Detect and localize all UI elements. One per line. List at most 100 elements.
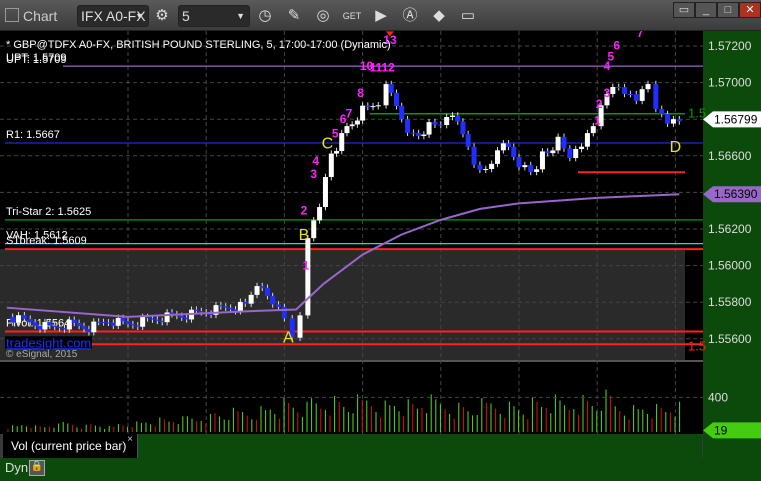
price-tick-label: 1.55800: [708, 295, 752, 309]
candle: [115, 317, 121, 326]
panel-toggle-icon[interactable]: [5, 8, 19, 22]
candle: [339, 133, 345, 152]
candle: [248, 294, 254, 304]
get-icon[interactable]: GET: [342, 6, 362, 26]
price-tick-label: 1.55600: [708, 332, 752, 346]
pencil-icon[interactable]: ✎: [284, 6, 304, 26]
study-icon[interactable]: ◎: [313, 6, 333, 26]
candle: [71, 319, 77, 323]
candle: [135, 325, 141, 327]
link-icon[interactable]: ◆: [429, 6, 449, 26]
volume-tick-label: 400: [708, 390, 728, 404]
restore-button[interactable]: ▭: [673, 2, 695, 18]
ma-price-flag-text: 1.56390: [714, 187, 758, 201]
chart-area[interactable]: 1.572001.570001.568001.566001.564001.562…: [0, 31, 761, 458]
candle: [388, 84, 394, 93]
candle: [242, 301, 248, 304]
dyn-label: Dyn: [5, 460, 29, 475]
candle: [27, 318, 33, 323]
annotation-label: 2: [596, 97, 603, 111]
candle: [659, 108, 665, 115]
chevron-down-icon: ▼: [135, 11, 144, 21]
last-volume-flag-text: 19: [714, 423, 728, 437]
candle: [10, 316, 16, 323]
symbol-input[interactable]: IFX A0-FX ▼: [77, 5, 149, 27]
annotation-label: 7: [346, 106, 353, 120]
candle: [52, 325, 58, 327]
candle: [627, 93, 633, 95]
candle: [66, 319, 72, 330]
candle: [633, 94, 639, 101]
candle: [120, 317, 126, 322]
candle: [154, 319, 160, 321]
candle: [21, 315, 27, 319]
time-axis: Dyn 🔒: [0, 458, 761, 481]
clock-icon[interactable]: ◷: [255, 6, 275, 26]
candle: [567, 148, 573, 158]
minimize-button[interactable]: _: [695, 2, 717, 18]
candle: [489, 163, 495, 169]
candle: [516, 157, 522, 168]
candle: [405, 119, 411, 133]
annotation-label: B: [299, 227, 310, 244]
upt-label: UPT: 1.5709: [6, 54, 67, 66]
candle: [471, 146, 477, 165]
last-volume-flag: [703, 422, 761, 439]
level-label: 1.5: [688, 106, 706, 121]
candle: [76, 322, 82, 326]
maximize-button[interactable]: □: [717, 2, 739, 18]
candle: [145, 317, 151, 319]
candle: [276, 304, 282, 307]
candle: [81, 325, 87, 330]
comment-icon[interactable]: ▭: [458, 6, 478, 26]
candle: [460, 121, 466, 135]
close-button[interactable]: ✕: [739, 2, 761, 18]
gear-icon[interactable]: ⚙: [152, 6, 172, 26]
chart-header: * GBP@TDFX A0-FX, BRITISH POUND STERLING…: [6, 39, 391, 51]
candle: [450, 115, 456, 118]
candle: [125, 321, 131, 325]
candle: [500, 143, 506, 151]
lock-icon[interactable]: 🔒: [29, 460, 45, 476]
candle: [573, 149, 579, 158]
candle: [665, 114, 671, 124]
candle: [281, 306, 287, 319]
candle: [130, 324, 136, 326]
candle: [270, 296, 276, 305]
candle: [393, 92, 399, 107]
alert-icon[interactable]: Ⓐ: [400, 6, 420, 26]
candle: [522, 165, 528, 168]
candle: [365, 105, 371, 107]
candle: [149, 318, 155, 320]
candle: [539, 151, 545, 170]
candle: [676, 119, 682, 122]
annotation-label: 1: [303, 258, 310, 272]
candle: [421, 134, 427, 137]
annotation-label: 4: [312, 154, 319, 168]
candle: [305, 238, 311, 316]
close-icon[interactable]: ×: [127, 428, 133, 452]
candle: [91, 321, 97, 333]
level-label: S1break: 1.5609: [6, 235, 87, 247]
candle: [322, 177, 328, 208]
candle: [96, 321, 102, 323]
price-tick-label: 1.56600: [708, 149, 752, 163]
interval-select[interactable]: 5 ▼: [178, 5, 250, 27]
candle: [101, 321, 107, 323]
candle: [344, 126, 350, 134]
play-icon[interactable]: ▶: [371, 6, 391, 26]
volume-study-tab[interactable]: Vol (current price bar) ×: [3, 434, 137, 458]
candle: [438, 124, 444, 126]
volume-tab-label: Vol (current price bar): [11, 439, 127, 453]
candle: [370, 106, 376, 108]
candle: [164, 312, 170, 323]
tab-bar: [137, 434, 702, 458]
candle: [42, 322, 48, 330]
candle: [399, 106, 405, 120]
candle: [237, 301, 243, 312]
candle: [264, 287, 270, 297]
candle: [61, 328, 67, 330]
candle: [334, 151, 340, 154]
candle: [622, 87, 628, 94]
candle: [477, 164, 483, 170]
